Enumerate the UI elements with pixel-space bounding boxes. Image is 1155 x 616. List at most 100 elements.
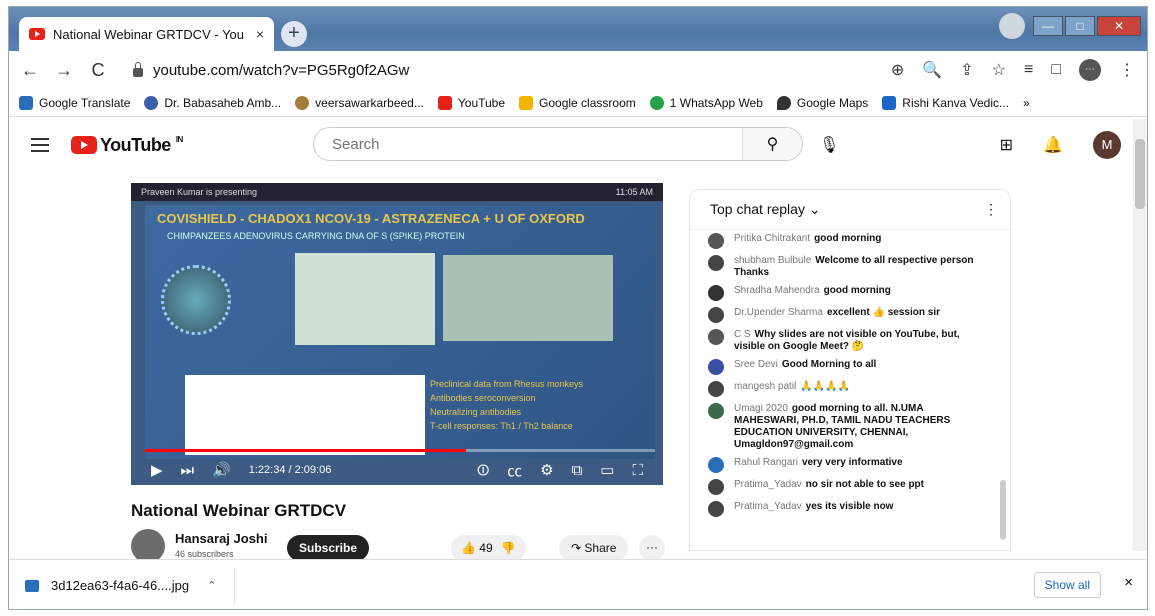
download-item[interactable]: 3d12ea63-f4a6-46....jpg ⌃ <box>25 567 236 604</box>
protein-diagram <box>443 255 613 341</box>
notifications-bell-icon[interactable]: 🔔 <box>1043 135 1063 155</box>
reload-button[interactable]: C <box>89 60 107 81</box>
theater-mode-icon[interactable]: ▭ <box>600 461 614 479</box>
site-favicon-icon <box>882 95 897 110</box>
fullscreen-icon[interactable]: ⛶ <box>632 462 643 479</box>
maximize-button[interactable]: □ <box>1065 16 1095 36</box>
chat-author-avatar[interactable] <box>708 329 724 345</box>
chat-author-avatar[interactable] <box>708 457 724 473</box>
browser-tab[interactable]: National Webinar GRTDCV - You × <box>19 17 274 51</box>
bookmark-item[interactable]: Google classroom <box>519 95 636 110</box>
browser-menu-icon[interactable]: ⋮ <box>1119 60 1135 80</box>
chat-author-avatar[interactable] <box>708 381 724 397</box>
bookmark-item[interactable]: 1 WhatsApp Web <box>649 95 763 110</box>
bookmark-item[interactable]: veersawarkarbeed... <box>295 95 424 110</box>
forward-button[interactable]: → <box>55 60 73 81</box>
chat-author-name: Rahul Rangari <box>734 457 798 468</box>
chat-author-avatar[interactable] <box>708 255 724 271</box>
next-icon[interactable]: ⏭ <box>181 462 195 479</box>
microphone-icon[interactable]: 🎙 <box>819 135 839 155</box>
chat-message: mangesh patil 🙏🙏🙏🙏 <box>708 378 990 400</box>
profile-avatar-icon[interactable]: ⋯ <box>1079 59 1101 81</box>
chat-message-text: 🙏🙏🙏🙏 <box>800 381 851 392</box>
chat-author-avatar[interactable] <box>708 359 724 375</box>
bookmark-star-icon[interactable]: ☆ <box>992 60 1006 80</box>
captions-icon[interactable]: ㏄ <box>507 460 522 481</box>
chat-author-avatar[interactable] <box>708 285 724 301</box>
chat-author-avatar[interactable] <box>708 501 724 517</box>
channel-name[interactable]: Hansaraj Joshi <box>175 531 268 546</box>
meet-presenter-bar: Praveen Kumar is presenting 11:05 AM <box>131 183 663 201</box>
more-actions-button[interactable]: ··· <box>639 535 665 561</box>
chat-header: Top chat replay ⌄ ⋮ <box>690 190 1010 230</box>
bookmark-item[interactable]: Google Maps <box>776 95 868 110</box>
minimize-button[interactable]: — <box>1033 16 1063 36</box>
channel-avatar[interactable] <box>131 529 165 563</box>
chat-author-avatar[interactable] <box>708 233 724 249</box>
chat-message: shubham Bulbule Welcome to all respective… <box>708 252 990 282</box>
omnibox[interactable]: youtube.com/watch?v=PG5Rg0f2AGw <box>123 61 875 79</box>
hamburger-menu-icon[interactable] <box>31 138 49 152</box>
like-button[interactable]: 👍 49 <box>461 541 493 555</box>
profile-orb-icon[interactable] <box>999 13 1025 39</box>
chat-author-avatar[interactable] <box>708 479 724 495</box>
chat-author-avatar[interactable] <box>708 307 724 323</box>
search-button[interactable]: ⚲ <box>742 128 802 160</box>
media-control-icon[interactable]: ≡ <box>1024 61 1033 79</box>
chat-author-name: C S <box>734 329 751 340</box>
volume-icon[interactable]: 🔊 <box>212 461 231 479</box>
dislike-button[interactable]: 👎 <box>501 541 516 555</box>
chat-mode-dropdown[interactable]: Top chat replay ⌄ <box>710 201 821 218</box>
chat-message: Pratima_Yadav no sir not able to see ppt <box>708 476 990 498</box>
thumbs-down-icon: 👎 <box>500 541 516 555</box>
chevron-up-icon[interactable]: ⌃ <box>207 579 216 592</box>
page-scrollbar-thumb[interactable] <box>1135 139 1145 209</box>
video-player[interactable]: Praveen Kumar is presenting 11:05 AM COV… <box>131 183 663 485</box>
close-download-bar-icon[interactable]: × <box>1124 574 1133 591</box>
bookmark-item[interactable]: Google Translate <box>19 95 130 110</box>
youtube-logo[interactable]: YouTube IN <box>71 135 183 156</box>
vector-diagram <box>295 253 435 345</box>
chat-message: C S Why slides are not visible on YouTube… <box>708 326 990 356</box>
side-panel-icon[interactable]: □ <box>1051 61 1061 79</box>
chat-author-avatar[interactable] <box>708 403 724 419</box>
bookmark-item[interactable]: Dr. Babasaheb Amb... <box>144 95 281 110</box>
show-all-button[interactable]: Show all <box>1033 572 1101 598</box>
tab-close-button[interactable]: × <box>256 26 264 42</box>
download-bar: 3d12ea63-f4a6-46....jpg ⌃ Show all × <box>9 559 1147 609</box>
chat-more-options-icon[interactable]: ⋮ <box>984 201 998 218</box>
chat-message-text: Good Morning to all <box>781 359 877 370</box>
chat-message-text: no sir not able to see ppt <box>805 479 924 490</box>
account-avatar[interactable]: M <box>1093 131 1121 159</box>
video-progress-bar[interactable] <box>145 449 655 452</box>
url-text[interactable]: youtube.com/watch?v=PG5Rg0f2AGw <box>153 62 409 79</box>
new-tab-button[interactable]: + <box>281 21 307 47</box>
share-icon[interactable]: ⇪ <box>960 60 973 80</box>
chat-message-text: good morning <box>823 285 891 296</box>
install-app-icon[interactable]: ⊕ <box>891 60 904 80</box>
bookmark-item[interactable]: YouTube <box>437 95 505 110</box>
chat-scrollbar-thumb[interactable] <box>1000 480 1006 540</box>
map-pin-icon <box>776 95 791 110</box>
chat-scrollbar[interactable] <box>1000 230 1008 550</box>
bookmark-item[interactable]: Rishi Kanva Vedic... <box>882 95 1009 110</box>
chat-author-name: Pratima_Yadav <box>734 501 802 512</box>
search-input[interactable] <box>314 135 742 153</box>
toolbar-icons: ⊕ 🔍 ⇪ ☆ ≡ □ ⋯ ⋮ <box>891 59 1135 81</box>
settings-gear-icon[interactable]: ⚙ <box>540 461 553 479</box>
video-title: National Webinar GRTDCV <box>131 501 347 520</box>
page-scrollbar[interactable] <box>1133 119 1147 551</box>
create-video-icon[interactable]: ⊞ <box>1000 135 1013 155</box>
miniplayer-icon[interactable]: ⧉ <box>572 462 583 479</box>
window-close-button[interactable]: ✕ <box>1097 16 1141 36</box>
share-button[interactable]: ↷ Share <box>559 535 629 561</box>
slide-bullets: Preclinical data from Rhesus monkeys Ant… <box>430 379 584 431</box>
zoom-icon[interactable]: 🔍 <box>922 60 942 80</box>
back-button[interactable]: ← <box>21 60 39 81</box>
play-icon[interactable]: ▶ <box>151 461 163 479</box>
autoplay-toggle-icon[interactable]: ⏼ <box>477 462 489 479</box>
more-bookmarks-button[interactable]: » <box>1023 96 1030 110</box>
channel-row: Hansaraj Joshi 46 subscribers Subscribe … <box>131 527 671 563</box>
subscribe-button[interactable]: Subscribe <box>287 535 370 561</box>
window-controls: — □ ✕ <box>999 13 1141 39</box>
